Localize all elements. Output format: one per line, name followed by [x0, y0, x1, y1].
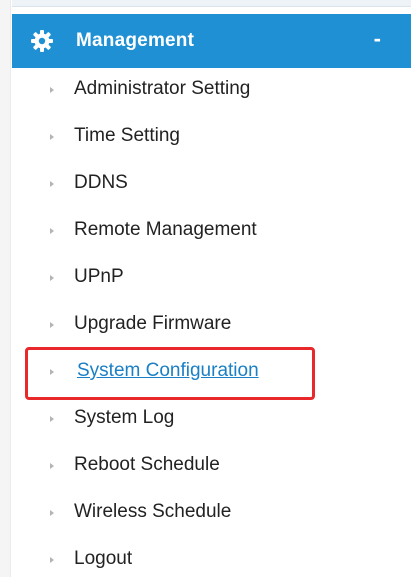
menu-item-system-log[interactable]: System Log	[0, 397, 411, 444]
menu-item-label: Reboot Schedule	[74, 454, 220, 475]
menu-item-label: System Log	[74, 407, 175, 428]
bullet-icon	[50, 510, 54, 516]
menu-item-logout[interactable]: Logout	[0, 538, 411, 585]
menu-item-upnp[interactable]: UPnP	[0, 256, 411, 303]
previous-section-edge	[12, 0, 411, 7]
bullet-icon	[50, 87, 54, 93]
menu-item-label: Upgrade Firmware	[74, 313, 232, 334]
management-title: Management	[76, 30, 195, 51]
menu-item-label: DDNS	[74, 172, 128, 193]
menu-item-administrator-setting[interactable]: Administrator Setting	[0, 68, 411, 115]
gear-icon	[30, 29, 54, 53]
menu-item-label: Remote Management	[74, 219, 257, 240]
menu-item-label: Administrator Setting	[74, 78, 251, 99]
bullet-icon	[50, 416, 54, 422]
bullet-icon	[50, 557, 54, 563]
bullet-icon	[50, 228, 54, 234]
menu-item-label: Time Setting	[74, 125, 180, 146]
menu-item-time-setting[interactable]: Time Setting	[0, 115, 411, 162]
menu-item-label: UPnP	[74, 266, 124, 287]
management-menu-header[interactable]: Management -	[12, 14, 411, 68]
menu-item-ddns[interactable]: DDNS	[0, 162, 411, 209]
highlight-annotation-box	[25, 347, 315, 400]
menu-item-label: Logout	[74, 548, 133, 569]
bullet-icon	[50, 181, 54, 187]
bullet-icon	[50, 322, 54, 328]
bullet-icon	[50, 275, 54, 281]
bullet-icon	[50, 134, 54, 140]
bullet-icon	[50, 463, 54, 469]
menu-item-upgrade-firmware[interactable]: Upgrade Firmware	[0, 303, 411, 350]
menu-item-remote-management[interactable]: Remote Management	[0, 209, 411, 256]
menu-item-wireless-schedule[interactable]: Wireless Schedule	[0, 491, 411, 538]
menu-item-reboot-schedule[interactable]: Reboot Schedule	[0, 444, 411, 491]
collapse-toggle-icon[interactable]: -	[374, 26, 381, 52]
menu-item-label: Wireless Schedule	[74, 501, 232, 522]
management-submenu: Administrator Setting Time Setting DDNS …	[0, 68, 411, 585]
